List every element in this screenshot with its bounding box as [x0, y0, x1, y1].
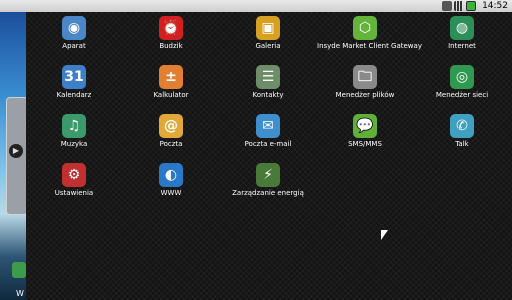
- app-aparat[interactable]: ◉ Aparat: [26, 16, 122, 50]
- calculator-icon: ±: [159, 65, 183, 89]
- app-label: Kalendarz: [56, 91, 92, 99]
- app-www[interactable]: ◐ WWW: [123, 163, 219, 197]
- email-icon: ✉: [256, 114, 280, 138]
- battery-icon: [466, 1, 476, 11]
- app-label: Aparat: [62, 42, 86, 50]
- app-label: Menedżer sieci: [435, 91, 489, 99]
- app-poczta[interactable]: @ Poczta: [123, 114, 219, 148]
- app-label: Budzik: [159, 42, 183, 50]
- app-insyde-market[interactable]: ⬡ Insyde Market Client Gateway: [317, 16, 422, 50]
- mouse-cursor-icon: [381, 230, 388, 240]
- contacts-icon: ☰: [256, 65, 280, 89]
- talk-icon: ✆: [450, 114, 474, 138]
- app-drawer: ◉ Aparat ⏰ Budzik ▣ Galeria ⬡ Insyde Mar…: [26, 12, 512, 300]
- music-icon: ♫: [62, 114, 86, 138]
- power-management-icon: ⚡: [256, 163, 280, 187]
- app-internet[interactable]: ◍ Internet: [414, 16, 510, 50]
- app-label: Insyde Market Client Gateway: [317, 42, 422, 50]
- app-label: Poczta e-mail: [244, 140, 292, 148]
- clock: 14:52: [482, 1, 508, 11]
- calendar-icon: 31: [62, 65, 86, 89]
- app-label: Kalkulator: [153, 91, 189, 99]
- app-talk[interactable]: ✆ Talk: [414, 114, 510, 148]
- app-galeria[interactable]: ▣ Galeria: [220, 16, 316, 50]
- widget-label: W: [16, 289, 24, 298]
- status-icons: [442, 1, 476, 11]
- app-label: Menedżer plików: [335, 91, 395, 99]
- app-menedzer-sieci[interactable]: ◎ Menedżer sieci: [414, 65, 510, 99]
- app-poczta-email[interactable]: ✉ Poczta e-mail: [220, 114, 316, 148]
- network-icon: ◎: [450, 65, 474, 89]
- www-icon: ◐: [159, 163, 183, 187]
- gallery-icon: ▣: [256, 16, 280, 40]
- app-label: Zarządzanie energią: [232, 189, 304, 197]
- alarm-clock-icon: ⏰: [159, 16, 183, 40]
- app-label: Muzyka: [60, 140, 88, 148]
- app-budzik[interactable]: ⏰ Budzik: [123, 16, 219, 50]
- app-label: Internet: [448, 42, 476, 50]
- app-label: WWW: [160, 189, 182, 197]
- status-bar: 14:52: [0, 0, 512, 12]
- camera-icon: ◉: [62, 16, 86, 40]
- app-label: Talk: [455, 140, 469, 148]
- app-menedzer-plikow[interactable]: 🗀 Menedżer plików: [317, 65, 413, 99]
- app-kontakty[interactable]: ☰ Kontakty: [220, 65, 316, 99]
- app-kalendarz[interactable]: 31 Kalendarz: [26, 65, 122, 99]
- app-label: Ustawienia: [54, 189, 94, 197]
- globe-icon: ◍: [450, 16, 474, 40]
- sms-icon: 💬: [353, 114, 377, 138]
- market-icon: ⬡: [353, 16, 377, 40]
- app-sms-mms[interactable]: 💬 SMS/MMS: [317, 114, 413, 148]
- app-ustawienia[interactable]: ⚙ Ustawienia: [26, 163, 122, 197]
- widget-icon[interactable]: [12, 262, 26, 278]
- sim-card-icon: [442, 1, 452, 11]
- settings-icon: ⚙: [62, 163, 86, 187]
- app-kalkulator[interactable]: ± Kalkulator: [123, 65, 219, 99]
- file-manager-icon: 🗀: [353, 65, 377, 89]
- app-label: Kontakty: [252, 91, 284, 99]
- app-muzyka[interactable]: ♫ Muzyka: [26, 114, 122, 148]
- app-label: Poczta: [159, 140, 183, 148]
- launcher-handle[interactable]: ▶: [6, 97, 28, 215]
- app-zarzadzanie-energia[interactable]: ⚡ Zarządzanie energią: [220, 163, 316, 197]
- signal-strength-icon: [454, 1, 464, 11]
- expand-arrow-icon[interactable]: ▶: [9, 144, 23, 158]
- app-label: Galeria: [255, 42, 281, 50]
- app-label: SMS/MMS: [348, 140, 382, 148]
- mail-icon: @: [159, 114, 183, 138]
